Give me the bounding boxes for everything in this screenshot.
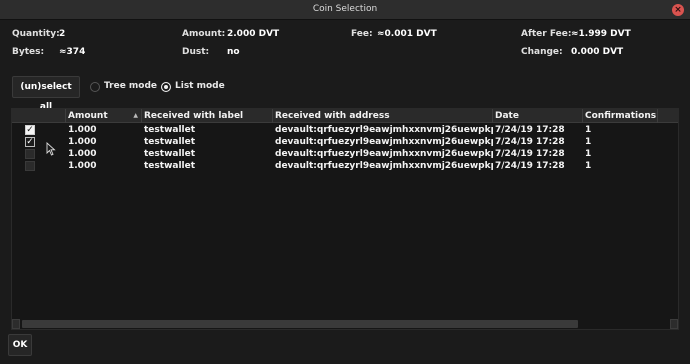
row-checkbox[interactable]: ✓ bbox=[25, 137, 35, 147]
after-fee-stat: After Fee: ≈1.999 DVT bbox=[521, 29, 631, 39]
mouse-cursor-icon bbox=[46, 142, 56, 156]
window-title: Coin Selection bbox=[312, 4, 378, 14]
amount-label: Amount: bbox=[182, 29, 226, 39]
table-row[interactable]: 1.000 testwallet devault:qrfuezyrl9eawjm… bbox=[12, 148, 678, 160]
table-row[interactable]: ✓ 1.000 testwallet devault:qrfuezyrl9eaw… bbox=[12, 136, 678, 148]
row-date: 7/24/19 17:28 bbox=[495, 137, 565, 147]
row-label: testwallet bbox=[144, 125, 196, 135]
row-label: testwallet bbox=[144, 149, 196, 159]
tree-mode-label[interactable]: Tree mode bbox=[104, 81, 157, 91]
selection-summary: Quantity: 2 Bytes: ≈374 Amount: 2.000 DV… bbox=[0, 20, 690, 68]
bytes-value: ≈374 bbox=[59, 47, 86, 57]
change-value: 0.000 DVT bbox=[571, 47, 624, 57]
fee-stat: Fee: ≈0.001 DVT bbox=[351, 29, 437, 39]
row-amount: 1.000 bbox=[68, 125, 97, 135]
row-confirmations: 1 bbox=[585, 149, 592, 159]
row-label: testwallet bbox=[144, 137, 196, 147]
ok-button[interactable]: OK bbox=[8, 334, 32, 356]
row-checkbox[interactable] bbox=[25, 161, 35, 171]
tree-mode-radio[interactable] bbox=[90, 82, 100, 92]
list-mode-label[interactable]: List mode bbox=[175, 81, 225, 91]
row-confirmations: 1 bbox=[585, 137, 592, 147]
row-confirmations: 1 bbox=[585, 125, 592, 135]
row-checkbox[interactable]: ✓ bbox=[25, 125, 35, 135]
dust-value: no bbox=[227, 47, 240, 57]
dust-label: Dust: bbox=[182, 47, 210, 57]
scroll-right-button[interactable] bbox=[670, 319, 678, 329]
close-icon[interactable]: × bbox=[672, 4, 684, 16]
after-fee-label: After Fee: bbox=[521, 29, 572, 39]
row-address: devault:qrfuezyrl9eawjmhxxnvmj26uewpkphu… bbox=[275, 161, 493, 171]
row-address: devault:qrfuezyrl9eawjmhxxnvmj26uewpkphu… bbox=[275, 137, 493, 147]
coins-table: Amount ▲ Received with label Received wi… bbox=[11, 108, 679, 330]
quantity-value: 2 bbox=[59, 29, 66, 39]
row-amount: 1.000 bbox=[68, 149, 97, 159]
change-stat: Change: 0.000 DVT bbox=[521, 47, 623, 57]
scroll-left-button[interactable] bbox=[12, 319, 20, 329]
row-address: devault:qrfuezyrl9eawjmhxxnvmj26uewpkphu… bbox=[275, 149, 493, 159]
column-header-address[interactable]: Received with address bbox=[273, 109, 493, 123]
table-row[interactable]: ✓ 1.000 testwallet devault:qrfuezyrl9eaw… bbox=[12, 124, 678, 136]
bytes-label: Bytes: bbox=[12, 47, 45, 57]
sort-ascending-icon: ▲ bbox=[133, 112, 138, 119]
row-label: testwallet bbox=[144, 161, 196, 171]
column-header-amount-label: Amount bbox=[68, 111, 108, 121]
fee-value: ≈0.001 DVT bbox=[377, 29, 437, 39]
amount-value: 2.000 DVT bbox=[227, 29, 280, 39]
quantity-stat: Quantity: 2 bbox=[12, 29, 65, 39]
row-amount: 1.000 bbox=[68, 161, 97, 171]
list-mode-radio[interactable] bbox=[161, 82, 171, 92]
table-row[interactable]: 1.000 testwallet devault:qrfuezyrl9eawjm… bbox=[12, 160, 678, 172]
fee-label: Fee: bbox=[351, 29, 373, 39]
row-date: 7/24/19 17:28 bbox=[495, 161, 565, 171]
quantity-label: Quantity: bbox=[12, 29, 60, 39]
select-all-button[interactable]: (un)select all bbox=[12, 76, 80, 112]
row-date: 7/24/19 17:28 bbox=[495, 125, 565, 135]
horizontal-scrollbar[interactable] bbox=[12, 319, 678, 329]
row-checkbox[interactable] bbox=[25, 149, 35, 159]
change-label: Change: bbox=[521, 47, 563, 57]
dust-stat: Dust: no bbox=[182, 47, 240, 57]
column-header-label[interactable]: Received with label bbox=[142, 109, 273, 123]
row-date: 7/24/19 17:28 bbox=[495, 149, 565, 159]
column-header-amount[interactable]: Amount ▲ bbox=[66, 109, 142, 123]
bytes-stat: Bytes: ≈374 bbox=[12, 47, 85, 57]
amount-stat: Amount: 2.000 DVT bbox=[182, 29, 279, 39]
after-fee-value: ≈1.999 DVT bbox=[571, 29, 631, 39]
column-header-select[interactable] bbox=[12, 109, 66, 123]
column-header-date[interactable]: Date bbox=[493, 109, 583, 123]
table-header: Amount ▲ Received with label Received wi… bbox=[12, 109, 678, 123]
title-bar: Coin Selection × bbox=[0, 0, 690, 20]
row-address: devault:qrfuezyrl9eawjmhxxnvmj26uewpkphu… bbox=[275, 125, 493, 135]
row-amount: 1.000 bbox=[68, 137, 97, 147]
column-header-confirmations[interactable]: Confirmations bbox=[583, 109, 658, 123]
scrollbar-thumb[interactable] bbox=[22, 320, 578, 328]
row-confirmations: 1 bbox=[585, 161, 592, 171]
